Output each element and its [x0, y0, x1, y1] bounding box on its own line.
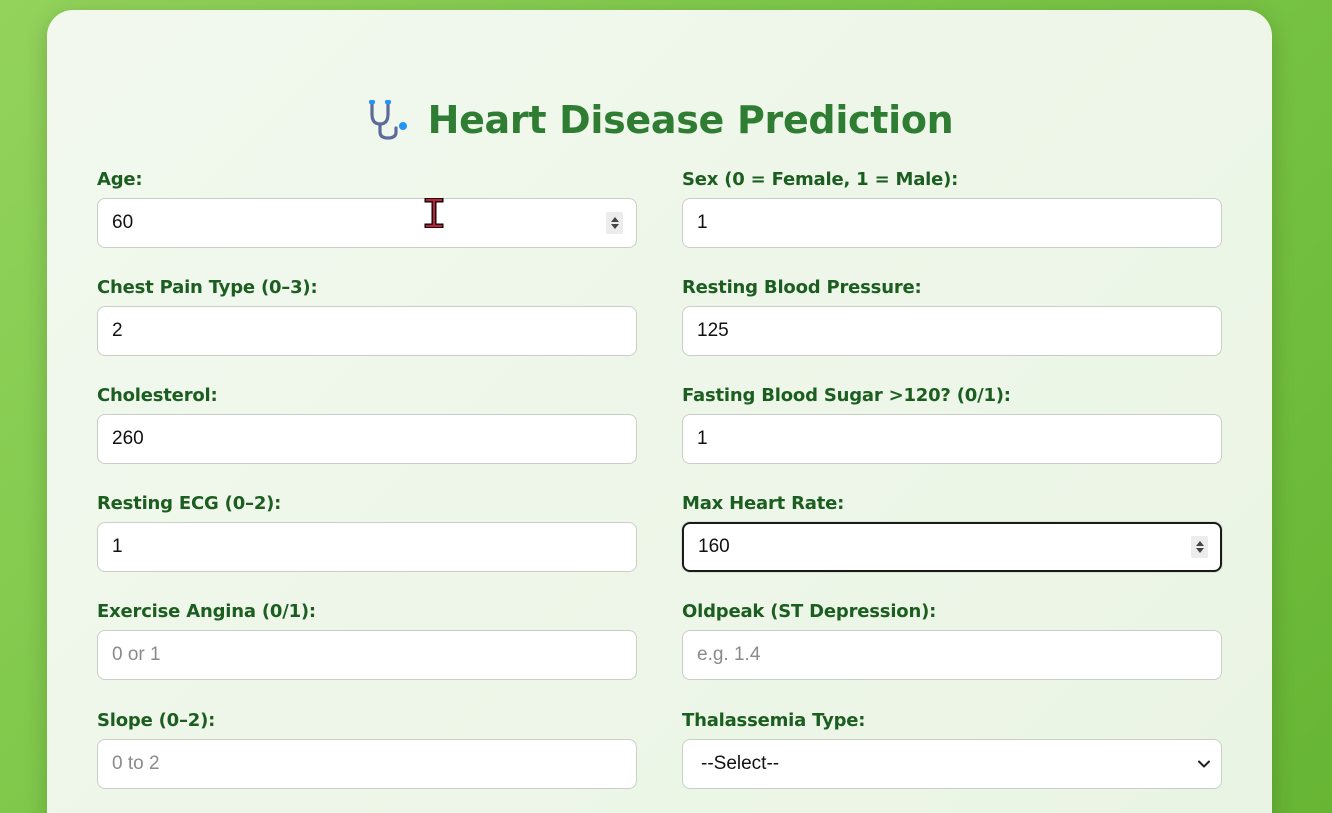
max-hr-label: Max Heart Rate:: [682, 493, 845, 514]
fasting-bs-field: Fasting Blood Sugar >120? (0/1): 1: [682, 384, 1222, 464]
max-hr-spinner[interactable]: [1191, 536, 1208, 558]
chest-pain-label: Chest Pain Type (0–3):: [97, 277, 318, 298]
oldpeak-field: Oldpeak (ST Depression): e.g. 1.4: [682, 600, 1222, 680]
fasting-bs-input[interactable]: 1: [682, 414, 1222, 464]
resting-ecg-value: 1: [112, 536, 123, 557]
exercise-angina-field: Exercise Angina (0/1): 0 or 1: [97, 600, 637, 680]
cholesterol-value: 260: [112, 428, 144, 449]
exercise-angina-placeholder: 0 or 1: [112, 644, 161, 665]
spinner-up-icon[interactable]: [1195, 541, 1204, 546]
resting-bp-input[interactable]: 125: [682, 306, 1222, 356]
spinner-down-icon[interactable]: [1195, 548, 1204, 553]
sex-input[interactable]: 1: [682, 198, 1222, 248]
age-spinner[interactable]: [606, 212, 623, 234]
age-field: Age: 60: [97, 168, 637, 248]
oldpeak-input[interactable]: e.g. 1.4: [682, 630, 1222, 680]
thalassemia-field: Thalassemia Type: --Select--: [682, 709, 1222, 789]
age-label: Age:: [97, 169, 143, 190]
resting-bp-value: 125: [697, 320, 729, 341]
sex-value: 1: [697, 212, 708, 233]
resting-ecg-label: Resting ECG (0–2):: [97, 493, 282, 514]
thalassemia-selected: --Select--: [701, 753, 780, 774]
cholesterol-field: Cholesterol: 260: [97, 384, 637, 464]
fasting-bs-value: 1: [697, 428, 708, 449]
slope-input[interactable]: 0 to 2: [97, 739, 637, 789]
age-value: 60: [112, 212, 134, 233]
resting-bp-label: Resting Blood Pressure:: [682, 277, 922, 298]
oldpeak-label: Oldpeak (ST Depression):: [682, 601, 937, 622]
cholesterol-label: Cholesterol:: [97, 385, 218, 406]
thalassemia-select[interactable]: --Select--: [682, 739, 1222, 789]
spinner-up-icon[interactable]: [610, 217, 619, 222]
max-hr-value: 160: [698, 536, 730, 557]
chest-pain-field: Chest Pain Type (0–3): 2: [97, 276, 637, 356]
fasting-bs-label: Fasting Blood Sugar >120? (0/1):: [682, 385, 1011, 406]
resting-bp-field: Resting Blood Pressure: 125: [682, 276, 1222, 356]
resting-ecg-input[interactable]: 1: [97, 522, 637, 572]
sex-label: Sex (0 = Female, 1 = Male):: [682, 169, 959, 190]
slope-field: Slope (0–2): 0 to 2: [97, 709, 637, 789]
chest-pain-value: 2: [112, 320, 123, 341]
chevron-down-icon[interactable]: [1197, 757, 1211, 771]
title-row: Heart Disease Prediction: [47, 98, 1272, 142]
sex-field: Sex (0 = Female, 1 = Male): 1: [682, 168, 1222, 248]
oldpeak-placeholder: e.g. 1.4: [697, 644, 761, 665]
exercise-angina-input[interactable]: 0 or 1: [97, 630, 637, 680]
age-input[interactable]: 60: [97, 198, 637, 248]
cholesterol-input[interactable]: 260: [97, 414, 637, 464]
max-hr-field: Max Heart Rate: 160: [682, 492, 1222, 572]
slope-placeholder: 0 to 2: [112, 753, 160, 774]
chest-pain-input[interactable]: 2: [97, 306, 637, 356]
thalassemia-label: Thalassemia Type:: [682, 710, 866, 731]
slope-label: Slope (0–2):: [97, 710, 216, 731]
exercise-angina-label: Exercise Angina (0/1):: [97, 601, 316, 622]
text-cursor-icon: [424, 198, 444, 228]
page-title: Heart Disease Prediction: [427, 98, 954, 142]
prediction-form-card: Heart Disease Prediction Age: 60 Sex (0 …: [47, 10, 1272, 813]
resting-ecg-field: Resting ECG (0–2): 1: [97, 492, 637, 572]
max-hr-input[interactable]: 160: [682, 522, 1222, 572]
spinner-down-icon[interactable]: [610, 224, 619, 229]
stethoscope-icon: [368, 100, 407, 140]
